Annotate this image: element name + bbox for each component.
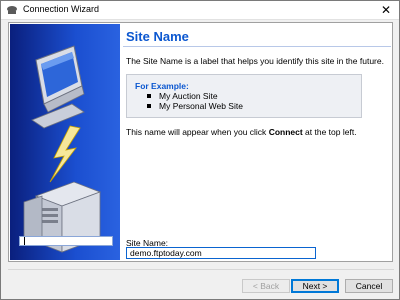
close-button[interactable]: ✕ (373, 1, 399, 19)
window-title: Connection Wizard (23, 4, 100, 14)
wizard-side-panel (10, 24, 120, 260)
text-caret (24, 237, 25, 245)
title-bar: Connection Wizard ✕ (1, 1, 399, 20)
app-icon (7, 6, 17, 14)
note-connect-keyword: Connect (268, 127, 303, 137)
example-box: For Example: My Auction Site My Personal… (126, 74, 362, 118)
footer-separator (8, 269, 394, 270)
back-button[interactable]: < Back (242, 279, 290, 293)
next-button[interactable]: Next > (291, 279, 339, 293)
example-item: My Personal Web Site (145, 101, 243, 111)
side-panel-text-field (19, 236, 113, 246)
computer-to-server-lightning-icon (23, 45, 102, 253)
example-list: My Auction Site My Personal Web Site (145, 91, 243, 111)
note-prefix: This name will appear when you click (126, 127, 269, 137)
site-name-input[interactable] (126, 247, 316, 259)
wizard-content-frame: Site Name The Site Name is a label that … (8, 22, 393, 262)
example-item: My Auction Site (145, 91, 243, 101)
intro-text: The Site Name is a label that helps you … (126, 56, 384, 66)
connect-note: This name will appear when you click Con… (126, 127, 388, 137)
connection-wizard-window: Connection Wizard ✕ Site Name The Site N… (0, 0, 400, 300)
example-heading: For Example: (135, 81, 189, 91)
note-suffix: at the top left. (302, 127, 357, 137)
title-divider (123, 46, 391, 47)
page-title: Site Name (126, 29, 189, 44)
cancel-button[interactable]: Cancel (345, 279, 393, 293)
